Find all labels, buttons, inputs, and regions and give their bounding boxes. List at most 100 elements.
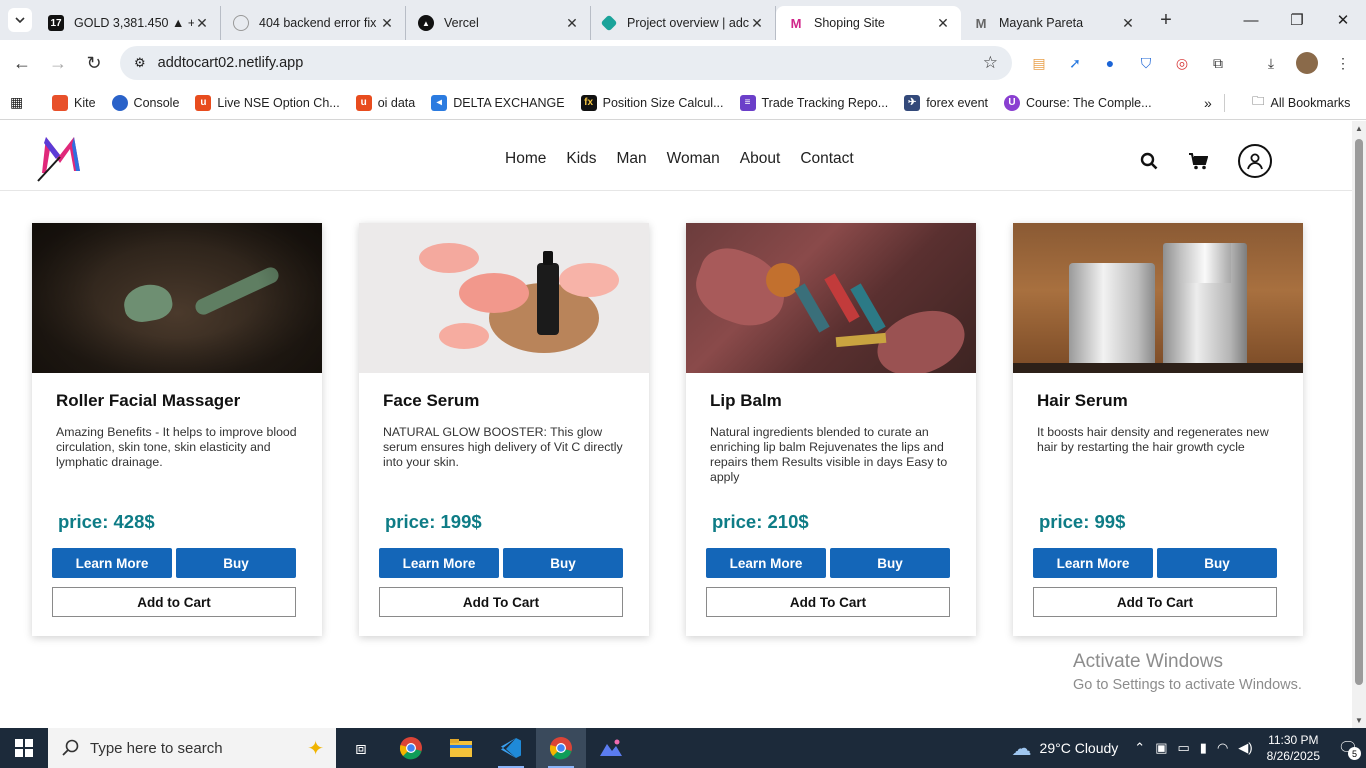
search-icon[interactable]: [1140, 152, 1158, 170]
clock[interactable]: 11:30 PM 8/26/2025: [1267, 732, 1320, 764]
chrome-icon[interactable]: [386, 728, 436, 768]
close-window-icon[interactable]: ✕: [1320, 0, 1366, 40]
add-to-cart-button[interactable]: Add to Cart: [52, 587, 296, 617]
apps-grid-icon[interactable]: ▦: [10, 94, 30, 111]
bookmark-item[interactable]: Kite: [52, 94, 96, 111]
close-tab-icon[interactable]: ✕: [379, 15, 395, 32]
extensions-puzzle-icon[interactable]: ⧉: [1207, 52, 1229, 74]
all-bookmarks-button[interactable]: 🗀 All Bookmarks: [1252, 92, 1350, 113]
vercel-icon: ▲: [418, 15, 434, 31]
new-tab-button[interactable]: +: [1152, 9, 1180, 32]
divider: [1224, 93, 1225, 112]
buy-button[interactable]: Buy: [830, 548, 950, 578]
reload-icon[interactable]: ↻: [76, 45, 112, 81]
bookmark-item[interactable]: fx Position Size Calcul...: [580, 94, 724, 111]
nav-home[interactable]: Home: [505, 150, 546, 168]
notification-center-icon[interactable]: 🗨 5: [1330, 728, 1366, 768]
bookmark-item[interactable]: u Live NSE Option Ch...: [195, 94, 340, 111]
chevron-right-icon[interactable]: »: [1204, 95, 1212, 111]
add-to-cart-button[interactable]: Add To Cart: [1033, 587, 1277, 617]
nav-woman[interactable]: Woman: [667, 150, 720, 168]
extension-icon[interactable]: ▤: [1028, 52, 1050, 74]
close-tab-icon[interactable]: ✕: [749, 15, 765, 32]
brand-logo[interactable]: [36, 133, 84, 183]
vscode-icon[interactable]: [486, 728, 536, 768]
nav-kids[interactable]: Kids: [566, 150, 596, 168]
minimize-icon[interactable]: —: [1228, 0, 1274, 40]
shield-icon[interactable]: ⛉: [1135, 52, 1157, 74]
user-account-icon[interactable]: [1238, 144, 1272, 178]
wifi-icon[interactable]: ◠: [1217, 740, 1228, 756]
browser-tab[interactable]: 404 backend error fix ✕: [221, 6, 406, 40]
bookmark-item[interactable]: ✈ forex event: [904, 94, 988, 111]
add-to-cart-button[interactable]: Add To Cart: [706, 587, 950, 617]
close-tab-icon[interactable]: ✕: [194, 15, 210, 32]
vscode-logo: [501, 738, 521, 758]
nav-about[interactable]: About: [740, 150, 781, 168]
site-settings-icon[interactable]: ⚙: [134, 55, 146, 71]
forward-arrow-icon[interactable]: →: [40, 45, 76, 81]
folder-icon: 🗀: [1252, 94, 1265, 108]
address-bar[interactable]: ⚙ addtocart02.netlify.app ☆: [120, 46, 1012, 80]
chevron-up-icon[interactable]: ⌃: [1134, 740, 1145, 756]
scroll-down-icon[interactable]: ▼: [1355, 716, 1363, 725]
browser-tab[interactable]: Project overview | adc ✕: [591, 6, 776, 40]
tab-title: GOLD 3,381.450 ▲ +0.: [74, 16, 194, 30]
product-description: Natural ingredients blended to curate an…: [710, 425, 948, 484]
tradingview-icon: 17: [48, 15, 64, 31]
restore-icon[interactable]: ❐: [1274, 0, 1320, 40]
nav-man[interactable]: Man: [617, 150, 647, 168]
extension-icon[interactable]: ➚: [1064, 52, 1086, 74]
task-view-icon[interactable]: ⧈: [336, 728, 386, 768]
product-grid: Roller Facial Massager Amazing Benefits …: [32, 223, 1303, 636]
delta-icon: ◂: [431, 94, 448, 111]
chrome-profile-icon[interactable]: [536, 728, 586, 768]
buy-button[interactable]: Buy: [1157, 548, 1277, 578]
kebab-menu-icon[interactable]: ⋮: [1332, 52, 1354, 74]
bookmark-item[interactable]: ≡ Trade Tracking Repo...: [739, 94, 888, 111]
site-logo-icon: M: [975, 15, 987, 31]
browser-tab-active[interactable]: M Shoping Site ✕: [776, 6, 961, 40]
back-arrow-icon[interactable]: ←: [4, 45, 40, 81]
scrollbar-thumb[interactable]: [1355, 139, 1363, 685]
learn-more-button[interactable]: Learn More: [379, 548, 499, 578]
bookmark-item[interactable]: ◂ DELTA EXCHANGE: [431, 94, 565, 111]
start-button[interactable]: [0, 728, 48, 768]
learn-more-button[interactable]: Learn More: [706, 548, 826, 578]
display-icon[interactable]: ▭: [1177, 740, 1189, 756]
nav-contact[interactable]: Contact: [800, 150, 853, 168]
screen-capture-icon[interactable]: ◎: [1171, 52, 1193, 74]
buy-button[interactable]: Buy: [176, 548, 296, 578]
close-tab-icon[interactable]: ✕: [564, 15, 580, 32]
page-scrollbar[interactable]: ▲ ▼: [1352, 121, 1366, 728]
tab-search-button[interactable]: [8, 8, 32, 32]
profile-avatar[interactable]: [1296, 52, 1318, 74]
photos-icon[interactable]: [586, 728, 636, 768]
download-icon[interactable]: ⤓: [1260, 52, 1282, 74]
cart-icon[interactable]: [1188, 152, 1208, 170]
meet-now-icon[interactable]: ▣: [1155, 740, 1167, 756]
extension-icon[interactable]: ●: [1099, 52, 1121, 74]
taskbar-search-box[interactable]: Type here to search ✦: [48, 728, 336, 768]
volume-icon[interactable]: ◀): [1238, 740, 1252, 756]
browser-tab[interactable]: 17 GOLD 3,381.450 ▲ +0. ✕: [36, 6, 221, 40]
weather-text[interactable]: 29°C Cloudy: [1040, 740, 1119, 756]
bookmark-label: Console: [133, 95, 180, 110]
browser-toolbar: ← → ↻ ⚙ addtocart02.netlify.app ☆ ▤ ➚ ● …: [0, 40, 1366, 86]
battery-icon[interactable]: ▮: [1200, 740, 1207, 756]
bookmark-item[interactable]: u oi data: [355, 94, 415, 111]
scroll-up-icon[interactable]: ▲: [1355, 124, 1363, 133]
browser-tab[interactable]: ▲ Vercel ✕: [406, 6, 591, 40]
browser-tab[interactable]: M Mayank Pareta ✕: [961, 6, 1146, 40]
buy-button[interactable]: Buy: [503, 548, 623, 578]
bookmark-item[interactable]: U Course: The Comple...: [1004, 94, 1152, 111]
bookmark-item[interactable]: Console: [111, 94, 180, 111]
learn-more-button[interactable]: Learn More: [1033, 548, 1153, 578]
bookmark-star-icon[interactable]: ☆: [983, 53, 998, 73]
close-tab-icon[interactable]: ✕: [1120, 15, 1136, 32]
learn-more-button[interactable]: Learn More: [52, 548, 172, 578]
close-tab-icon[interactable]: ✕: [935, 15, 951, 32]
add-to-cart-button[interactable]: Add To Cart: [379, 587, 623, 617]
photos-logo: [600, 739, 622, 756]
file-explorer-icon[interactable]: [436, 728, 486, 768]
